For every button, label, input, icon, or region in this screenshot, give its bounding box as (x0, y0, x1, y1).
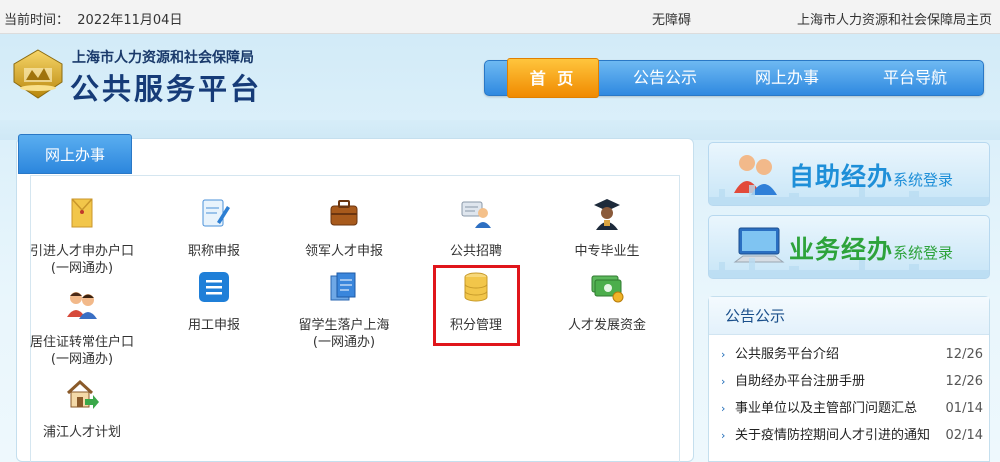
tile-talent-fund[interactable]: 人才发展资金 (547, 270, 667, 334)
nav-online-services[interactable]: 网上办事 (741, 61, 833, 95)
couple-icon (67, 292, 97, 319)
news-item[interactable]: › 公共服务平台介绍 12/26 (721, 345, 983, 365)
emblem-logo-icon (13, 49, 63, 99)
platform-name: 公共服务平台 (70, 72, 263, 106)
tile-public-recruitment[interactable]: 公共招聘 (416, 196, 536, 260)
org-name: 上海市人力资源和社会保障局 (72, 50, 254, 66)
tile-pujiang-talent[interactable]: 浦江人才计划 (22, 377, 142, 441)
header-band (0, 120, 1000, 140)
tab-online-services[interactable]: 网上办事 (18, 134, 132, 174)
list-icon (199, 272, 229, 302)
notices-panel: 公告公示 › 公共服务平台介绍 12/26 › 自助经办平台注册手册 12/26… (708, 296, 990, 462)
tile-technical-graduates[interactable]: 中专毕业生 (547, 196, 667, 260)
tile-employment-declaration[interactable]: 用工申报 (154, 270, 274, 334)
documents-icon (330, 272, 356, 301)
chevron-right-icon: › (721, 375, 726, 388)
notices-title[interactable]: 公告公示 (709, 297, 989, 335)
main-nav: 首 页 公告公示 网上办事 平台导航 (484, 58, 984, 98)
tile-title-application[interactable]: 职称申报 (154, 196, 274, 260)
certificate-pen-icon (202, 199, 230, 227)
tile-talent-hukou[interactable]: 引进人才申办户口 (一网通办) (22, 196, 142, 277)
graduate-icon (594, 199, 620, 230)
top-bar: 当前时间： 2022年11月04日 无障碍 上海市人力资源和社会保障局主页 (0, 0, 1000, 34)
document-envelope-icon (71, 198, 93, 228)
chevron-right-icon: › (721, 402, 726, 415)
accessibility-link[interactable]: 无障碍 (652, 9, 691, 28)
site-header: 上海市人力资源和社会保障局 公共服务平台 首 页 公告公示 网上办事 平台导航 (0, 34, 1000, 120)
nav-home[interactable]: 首 页 (507, 58, 599, 98)
nav-platform-guide[interactable]: 平台导航 (869, 61, 961, 95)
business-login[interactable]: 业务经办系统登录 (708, 215, 990, 279)
bureau-home-link[interactable]: 上海市人力资源和社会保障局主页 (797, 9, 992, 28)
nav-announcements[interactable]: 公告公示 (619, 61, 711, 95)
highlight-box (433, 265, 520, 346)
tile-residence-permit[interactable]: 居住证转常住户口 (一网通办) (22, 287, 142, 368)
news-item[interactable]: › 自助经办平台注册手册 12/26 (721, 372, 983, 392)
news-item[interactable]: › 事业单位以及主管部门问题汇总 01/14 (721, 399, 983, 419)
tile-overseas-students[interactable]: 留学生落户上海 (一网通办) (284, 270, 404, 351)
chevron-right-icon: › (721, 348, 726, 361)
briefcase-icon (330, 200, 358, 226)
news-item[interactable]: › 关于疫情防控期间人才引进的通知 02/14 (721, 426, 983, 446)
current-date: 当前时间： 2022年11月04日 (4, 13, 183, 28)
tile-leading-talent[interactable]: 领军人才申报 (284, 196, 404, 260)
chevron-right-icon: › (721, 429, 726, 442)
money-icon (591, 275, 624, 303)
recruit-person-icon (461, 201, 491, 228)
self-service-login[interactable]: 自助经办系统登录 (708, 142, 990, 206)
house-arrow-icon (66, 379, 99, 409)
